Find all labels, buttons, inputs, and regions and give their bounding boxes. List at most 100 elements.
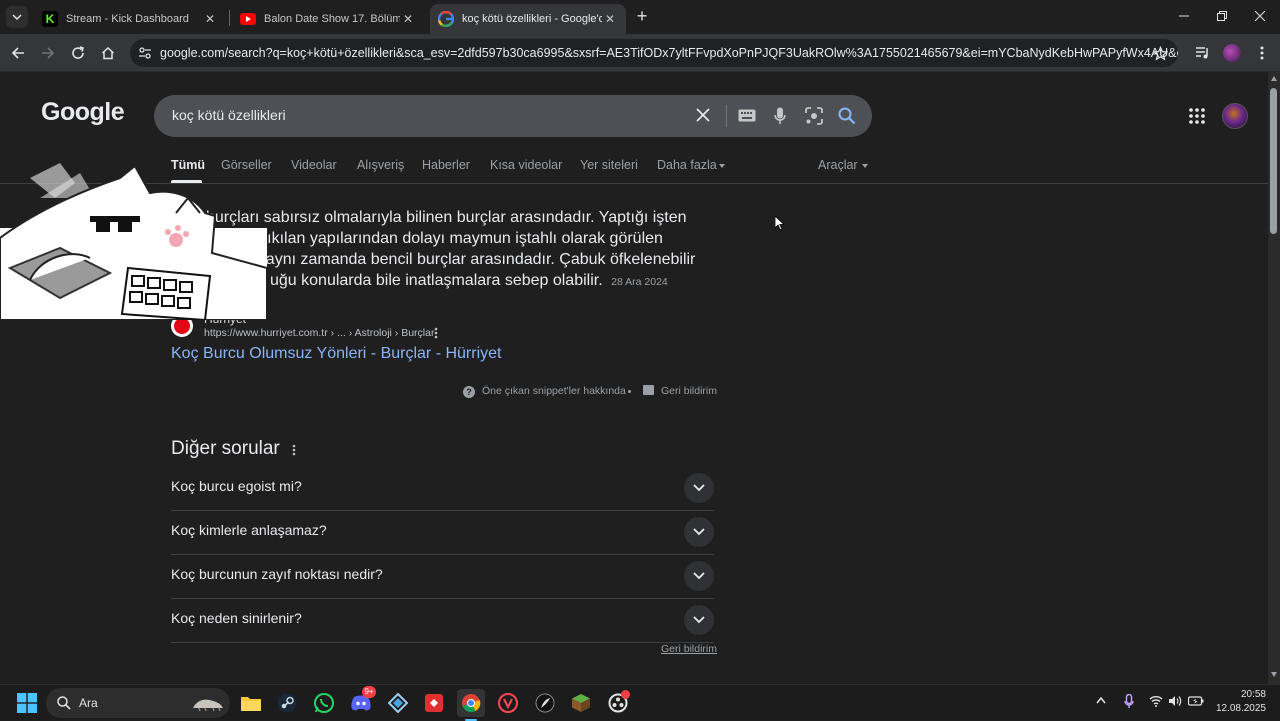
forward-button[interactable] bbox=[34, 39, 62, 67]
chrome-icon[interactable] bbox=[457, 689, 485, 721]
tab-search-button[interactable] bbox=[6, 6, 28, 28]
tab-title: Balon Date Show 17. Bölüm - Yo bbox=[264, 13, 400, 25]
steam-icon[interactable] bbox=[273, 689, 301, 717]
chevron-down-icon[interactable] bbox=[684, 517, 714, 547]
search-icon bbox=[838, 107, 856, 125]
back-button[interactable] bbox=[4, 39, 32, 67]
result-title-link[interactable]: Koç Burcu Olumsuz Yönleri - Burçlar - Hü… bbox=[171, 345, 501, 363]
url-text: google.com/search?q=koç+kötü+özellikleri… bbox=[160, 46, 1178, 60]
voice-search-button[interactable] bbox=[774, 107, 786, 125]
page-scrollbar[interactable] bbox=[1268, 72, 1280, 684]
tab-more[interactable]: Daha fazla bbox=[657, 158, 717, 172]
chevron-down-icon[interactable] bbox=[684, 561, 714, 591]
keyboard-icon bbox=[738, 109, 756, 122]
tools-button[interactable]: Araçlar bbox=[818, 158, 858, 172]
app-icon-blue[interactable] bbox=[384, 689, 412, 717]
question-row[interactable]: Koç burcu egoist mi? bbox=[171, 467, 714, 511]
tab-videos[interactable]: Videolar bbox=[291, 158, 337, 172]
tab-shopping[interactable]: Alışveriş bbox=[357, 158, 404, 172]
close-icon[interactable]: ✕ bbox=[202, 11, 218, 27]
app-icon-valorant[interactable] bbox=[494, 689, 522, 717]
profile-button[interactable] bbox=[1218, 39, 1246, 67]
tab-short-videos[interactable]: Kısa videolar bbox=[490, 158, 562, 172]
taskbar-search[interactable]: Ara bbox=[46, 688, 230, 718]
about-snippets-link[interactable]: Öne çıkan snippet'ler hakkında bbox=[482, 385, 626, 397]
google-logo[interactable]: Google bbox=[41, 98, 125, 127]
close-icon[interactable]: ✕ bbox=[400, 11, 416, 27]
wifi-icon[interactable] bbox=[1149, 695, 1163, 707]
address-bar[interactable]: google.com/search?q=koç+kötü+özellikleri… bbox=[130, 39, 1178, 67]
chevron-down-icon[interactable] bbox=[684, 473, 714, 503]
search-button[interactable] bbox=[838, 107, 856, 125]
question-text: Koç burcunun zayıf noktası nedir? bbox=[171, 566, 383, 582]
question-row[interactable]: Koç burcunun zayıf noktası nedir? bbox=[171, 555, 714, 599]
discord-icon[interactable]: 9+ bbox=[347, 686, 376, 717]
start-button[interactable] bbox=[13, 689, 41, 717]
minimize-button[interactable] bbox=[1172, 8, 1196, 24]
file-explorer-icon[interactable] bbox=[237, 689, 265, 717]
home-button[interactable] bbox=[94, 39, 122, 67]
microphone-icon[interactable] bbox=[1124, 694, 1134, 709]
app-icon-feather[interactable] bbox=[531, 689, 559, 717]
account-avatar[interactable] bbox=[1222, 103, 1248, 129]
google-icon bbox=[438, 11, 454, 27]
questions-feedback-link[interactable]: Geri bildirim bbox=[661, 643, 717, 655]
volume-icon[interactable] bbox=[1168, 695, 1182, 707]
restore-button[interactable] bbox=[1210, 8, 1234, 24]
battery-icon[interactable] bbox=[1188, 695, 1204, 707]
window-close-button[interactable] bbox=[1248, 8, 1272, 24]
lens-search-button[interactable] bbox=[805, 107, 823, 125]
bookmark-button[interactable] bbox=[1146, 39, 1174, 67]
chevron-down-icon[interactable] bbox=[684, 605, 714, 635]
minecraft-icon[interactable] bbox=[567, 689, 595, 717]
chevron-up-icon bbox=[1096, 697, 1106, 704]
scrollbar-down-arrow[interactable] bbox=[1271, 672, 1277, 677]
tab-strip: K Stream - Kick Dashboard ✕ Balon Date S… bbox=[0, 0, 1280, 34]
question-row[interactable]: Koç neden sinirlenir? bbox=[171, 599, 714, 643]
media-control-button[interactable] bbox=[1188, 39, 1216, 67]
other-questions-title: Diğer sorular bbox=[171, 438, 280, 459]
question-text: Koç neden sinirlenir? bbox=[171, 610, 302, 626]
search-box[interactable]: koç kötü özellikleri bbox=[154, 95, 872, 137]
tray-overflow-button[interactable] bbox=[1096, 697, 1106, 704]
feedback-link[interactable]: Geri bildirim bbox=[661, 385, 717, 397]
whatsapp-icon[interactable] bbox=[310, 689, 338, 717]
camera-icon bbox=[805, 107, 823, 125]
close-icon bbox=[696, 108, 710, 122]
keyboard-button[interactable] bbox=[738, 109, 756, 122]
source-url[interactable]: https://www.hurriyet.com.tr › ... › Astr… bbox=[204, 327, 434, 339]
chevron-down-icon bbox=[12, 14, 22, 21]
clock[interactable]: 20:58 12.08.2025 bbox=[1212, 688, 1266, 716]
search-input[interactable]: koç kötü özellikleri bbox=[172, 107, 286, 123]
queue-music-icon bbox=[1195, 47, 1208, 59]
tab-google[interactable]: koç kötü özellikleri - Google'da ✕ bbox=[430, 4, 626, 34]
hurriyet-logo bbox=[174, 318, 190, 334]
close-icon[interactable]: ✕ bbox=[602, 11, 618, 27]
tab-kick[interactable]: K Stream - Kick Dashboard ✕ bbox=[34, 4, 226, 34]
tab-places[interactable]: Yer siteleri bbox=[580, 158, 638, 172]
youtube-icon bbox=[240, 11, 256, 27]
tab-separator bbox=[229, 10, 230, 26]
recording-dot bbox=[621, 690, 630, 699]
tab-youtube[interactable]: Balon Date Show 17. Bölüm - Yo ✕ bbox=[232, 4, 424, 34]
chrome-menu-button[interactable] bbox=[1248, 39, 1276, 67]
google-apps-button[interactable] bbox=[1189, 108, 1205, 124]
scrollbar-thumb[interactable] bbox=[1270, 88, 1277, 234]
site-info-icon[interactable] bbox=[138, 46, 152, 60]
scrollbar-up-arrow[interactable] bbox=[1271, 76, 1277, 81]
snippet-line: burçları aynı zamanda bencil burçlar ara… bbox=[208, 251, 696, 268]
new-tab-button[interactable]: + bbox=[632, 6, 652, 28]
app-icon-obs[interactable] bbox=[604, 689, 632, 717]
avatar bbox=[1223, 44, 1241, 62]
clear-search-button[interactable] bbox=[696, 108, 710, 122]
reload-button[interactable] bbox=[64, 39, 92, 67]
home-icon bbox=[101, 46, 115, 60]
feedback-icon bbox=[643, 385, 654, 395]
taskbar-search-placeholder: Ara bbox=[79, 696, 98, 710]
tab-news[interactable]: Haberler bbox=[422, 158, 470, 172]
app-icon-red[interactable] bbox=[420, 689, 448, 717]
question-row[interactable]: Koç kimlerle anlaşamaz? bbox=[171, 511, 714, 555]
kick-icon: K bbox=[42, 11, 58, 27]
other-questions-menu-button[interactable] bbox=[292, 444, 296, 456]
result-menu-button[interactable] bbox=[434, 327, 438, 339]
